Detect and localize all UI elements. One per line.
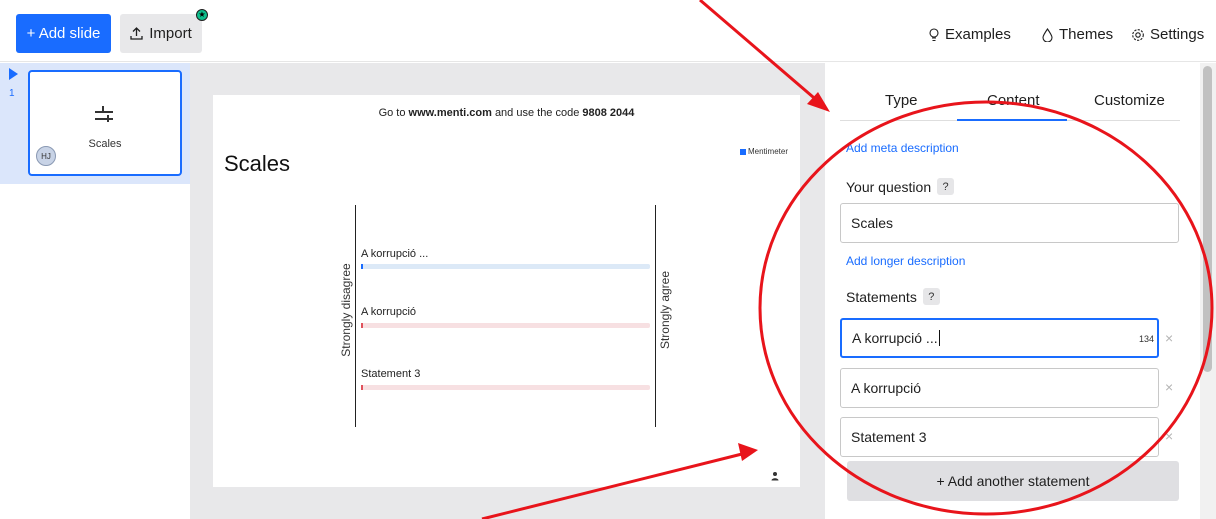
scale-right-label: Strongly agree (658, 270, 672, 350)
add-longer-description-link[interactable]: Add longer description (846, 254, 965, 268)
settings-link[interactable]: Settings (1131, 26, 1204, 43)
tab-type[interactable]: Type (885, 92, 918, 109)
add-slide-label: + Add slide (26, 25, 101, 42)
settings-label: Settings (1150, 26, 1205, 43)
examples-link[interactable]: Examples (928, 26, 1011, 43)
themes-label: Themes (1059, 26, 1114, 43)
scale-right-axis (655, 205, 656, 427)
statement-label: A korrupció ... (361, 248, 429, 260)
remove-statement-icon[interactable]: × (1165, 428, 1173, 444)
question-label-text: Your question (846, 178, 932, 195)
statements-label: Statements ? (846, 288, 940, 305)
character-counter: 134 (1139, 334, 1155, 344)
slide-title: Scales (224, 151, 291, 176)
statement-track (361, 264, 650, 269)
help-icon[interactable]: ? (922, 288, 940, 305)
new-badge-icon: ★ (196, 9, 208, 21)
join-url: www.menti.com (408, 107, 492, 119)
join-mid: and use the code (494, 107, 580, 119)
play-indicator-icon (9, 68, 18, 80)
statement-label: A korrupció (361, 306, 417, 318)
statement-label: Statement 3 (361, 368, 421, 380)
gear-icon (1132, 28, 1144, 41)
statement-input-value: A korrupció (851, 380, 922, 396)
statement-marker (361, 323, 363, 328)
themes-link[interactable]: Themes (1041, 26, 1113, 43)
statement-marker (361, 385, 363, 390)
import-button[interactable]: Import (120, 14, 202, 53)
brand-name: Mentimeter (747, 147, 788, 156)
add-statement-button[interactable]: + Add another statement (847, 461, 1179, 501)
help-icon[interactable]: ? (937, 178, 955, 195)
join-instructions: Go to www.menti.com and use the code 980… (213, 107, 800, 119)
statement-track (361, 323, 650, 328)
question-label: Your question ? (846, 178, 955, 195)
brand-logo: Mentimeter (739, 147, 788, 156)
join-code: 9808 2044 (582, 107, 635, 119)
add-slide-button[interactable]: + Add slide (16, 14, 111, 53)
slide-preview[interactable]: Go to www.menti.com and use the code 980… (213, 95, 800, 487)
examples-label: Examples (945, 26, 1011, 43)
statement-marker (361, 264, 363, 269)
statements-label-text: Statements (846, 288, 917, 305)
top-toolbar: + Add slide Import ★ Examples Themes Set… (0, 0, 1216, 62)
import-label: Import (149, 25, 192, 42)
scales-icon (95, 106, 113, 122)
drop-icon (1042, 27, 1053, 42)
remove-statement-icon[interactable]: × (1165, 330, 1173, 346)
statement-input-value: A korrupció ... (852, 330, 938, 346)
statement-track (361, 385, 650, 390)
text-caret (938, 330, 940, 346)
slide-thumbnail[interactable]: Scales HJ (28, 70, 182, 176)
tab-content[interactable]: Content (987, 92, 1040, 109)
editor-scrollbar-thumb[interactable] (1203, 66, 1212, 372)
statement-input[interactable]: A korrupció (840, 368, 1159, 408)
participant-icon[interactable] (767, 468, 783, 484)
statement-input[interactable]: A korrupció ... (840, 318, 1159, 358)
question-input-value: Scales (851, 215, 894, 231)
mentimeter-icon (739, 148, 746, 155)
add-meta-description-link[interactable]: Add meta description (846, 141, 959, 155)
active-tab-indicator (957, 119, 1067, 121)
lightbulb-icon (929, 27, 939, 41)
statement-input-value: Statement 3 (851, 429, 927, 445)
remove-statement-icon[interactable]: × (1165, 379, 1173, 395)
tab-customize[interactable]: Customize (1094, 92, 1165, 109)
join-prefix: Go to (378, 107, 406, 119)
scale-left-label: Strongly disagree (339, 263, 353, 357)
upload-icon (130, 27, 143, 40)
question-input[interactable]: Scales (840, 203, 1179, 243)
avatar: HJ (36, 146, 56, 166)
scale-left-axis (355, 205, 356, 427)
statement-input[interactable]: Statement 3 (840, 417, 1159, 457)
slide-number: 1 (9, 88, 15, 99)
